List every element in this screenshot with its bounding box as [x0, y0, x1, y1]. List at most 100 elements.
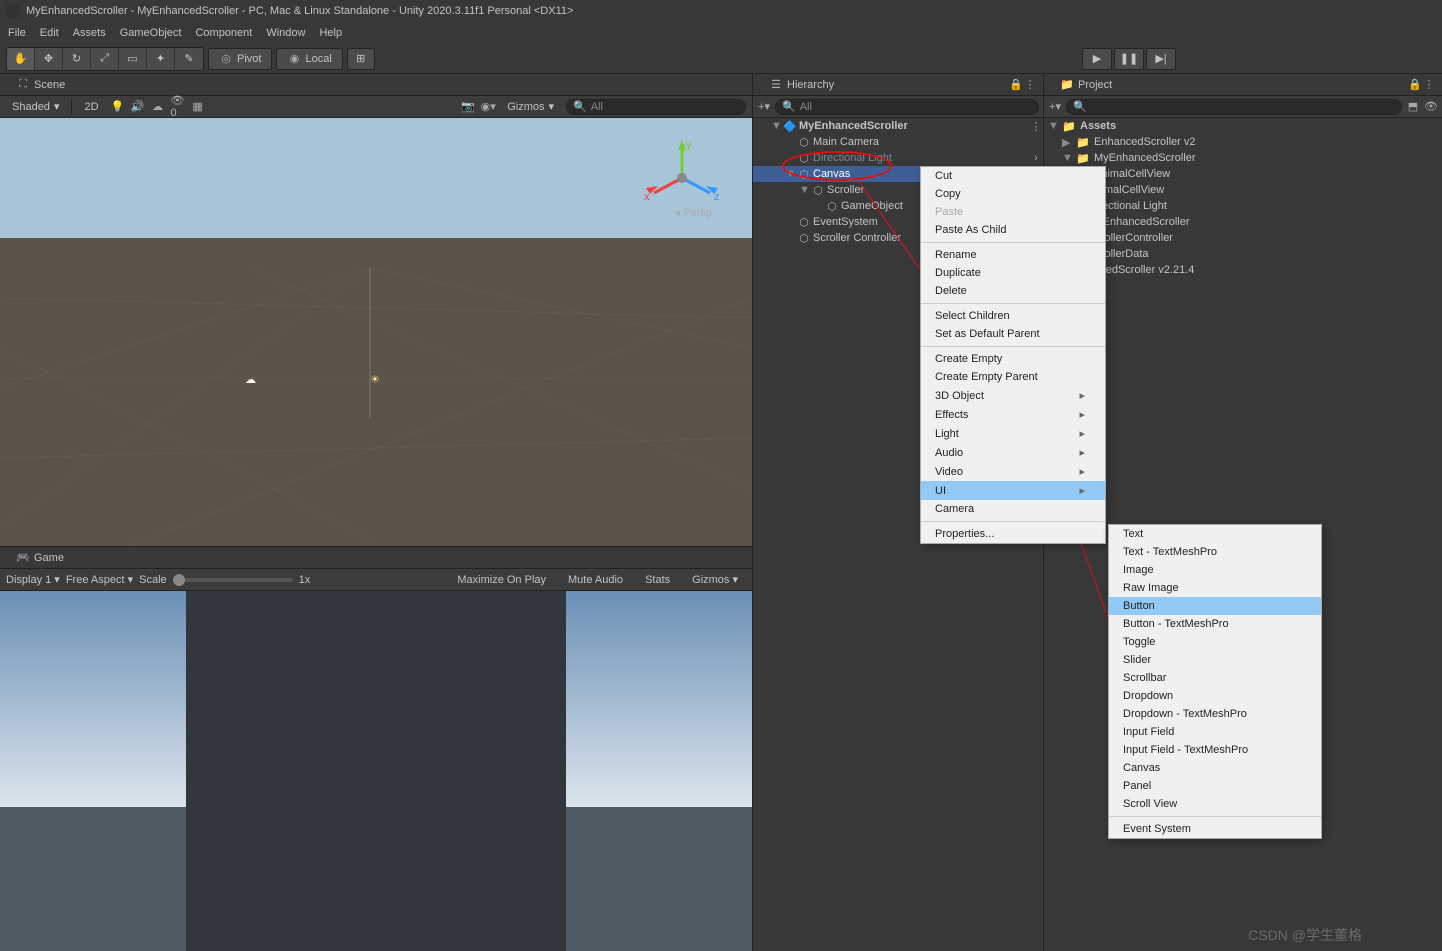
persp-label[interactable]: ◂ Persp — [675, 206, 712, 219]
lock-icon[interactable]: 🔒 — [1408, 78, 1422, 92]
project-folder[interactable]: ▼📁MyEnhancedScroller — [1044, 150, 1442, 166]
panel-menu-icon[interactable]: ⋮ — [1023, 78, 1037, 92]
ctx-create-empty[interactable]: Create Empty — [921, 350, 1105, 368]
sub-raw-image[interactable]: Raw Image — [1109, 579, 1321, 597]
gizmo-size-icon[interactable]: ◉▾ — [481, 100, 495, 114]
audio-toggle-icon[interactable]: 🔊 — [131, 100, 145, 114]
ctx-properties[interactable]: Properties... — [921, 525, 1105, 543]
sub-input-field[interactable]: Input Field — [1109, 723, 1321, 741]
menu-assets[interactable]: Assets — [73, 27, 106, 39]
scale-slider[interactable] — [173, 578, 293, 582]
lock-icon[interactable]: 🔒 — [1009, 78, 1023, 92]
aspect-dropdown[interactable]: Free Aspect ▾ — [66, 573, 133, 586]
left-column: ⛶Scene Shaded ▾ 2D 💡 🔊 ☁ 👁0 ▦ 📷 ◉▾ Gizmo… — [0, 74, 752, 951]
menu-help[interactable]: Help — [319, 27, 342, 39]
camera-icon[interactable]: 📷 — [461, 100, 475, 114]
panel-menu-icon[interactable]: ⋮ — [1422, 78, 1436, 92]
ctx-camera[interactable]: Camera — [921, 500, 1105, 518]
ctx-paste-as-child[interactable]: Paste As Child — [921, 221, 1105, 239]
ctx-copy[interactable]: Copy — [921, 185, 1105, 203]
ctx-rename[interactable]: Rename — [921, 246, 1105, 264]
maximize-toggle[interactable]: Maximize On Play — [449, 574, 554, 586]
display-dropdown[interactable]: Display 1 ▾ — [6, 573, 60, 586]
hidden-toggle-icon[interactable]: 👁0 — [171, 100, 185, 114]
hidden-packages-icon[interactable]: 👁 — [1424, 100, 1438, 114]
sub-scroll-view[interactable]: Scroll View — [1109, 795, 1321, 813]
ctx-duplicate[interactable]: Duplicate — [921, 264, 1105, 282]
project-folder[interactable]: ▶📁EnhancedScroller v2 — [1044, 134, 1442, 150]
stats-toggle[interactable]: Stats — [637, 574, 678, 586]
sub-scrollbar[interactable]: Scrollbar — [1109, 669, 1321, 687]
ctx-delete[interactable]: Delete — [921, 282, 1105, 300]
pivot-toggle[interactable]: ◎Pivot — [208, 48, 272, 70]
menu-edit[interactable]: Edit — [40, 27, 59, 39]
sub-button-tmp[interactable]: Button - TextMeshPro — [1109, 615, 1321, 633]
menu-gameobject[interactable]: GameObject — [120, 27, 182, 39]
project-assets-root[interactable]: ▼📁Assets — [1044, 118, 1442, 134]
sub-dropdown[interactable]: Dropdown — [1109, 687, 1321, 705]
sub-canvas[interactable]: Canvas — [1109, 759, 1321, 777]
ctx-select-children[interactable]: Select Children — [921, 307, 1105, 325]
game-gizmos-dropdown[interactable]: Gizmos ▾ — [684, 573, 746, 586]
ctx-paste: Paste — [921, 203, 1105, 221]
pause-button[interactable]: ❚❚ — [1114, 48, 1144, 70]
scene-view[interactable]: ☁ ☀ y z x ◂ Persp — [0, 118, 752, 547]
hierarchy-item-light[interactable]: ⬡Directional Light› — [753, 150, 1043, 166]
ctx-audio[interactable]: Audio▸ — [921, 443, 1105, 462]
grid-toggle-icon[interactable]: ▦ — [191, 100, 205, 114]
sub-text[interactable]: Text — [1109, 525, 1321, 543]
create-dropdown-icon[interactable]: +▾ — [757, 100, 771, 114]
step-button[interactable]: ▶| — [1146, 48, 1176, 70]
hand-tool-icon[interactable]: ✋ — [7, 48, 35, 70]
ctx-light[interactable]: Light▸ — [921, 424, 1105, 443]
ctx-set-default-parent[interactable]: Set as Default Parent — [921, 325, 1105, 343]
local-toggle[interactable]: ◉Local — [276, 48, 342, 70]
custom-tool-icon[interactable]: ✎ — [175, 48, 203, 70]
create-dropdown-icon[interactable]: +▾ — [1048, 100, 1062, 114]
sub-slider[interactable]: Slider — [1109, 651, 1321, 669]
ctx-video[interactable]: Video▸ — [921, 462, 1105, 481]
ctx-effects[interactable]: Effects▸ — [921, 405, 1105, 424]
fx-toggle-icon[interactable]: ☁ — [151, 100, 165, 114]
ctx-cut[interactable]: Cut — [921, 167, 1105, 185]
move-tool-icon[interactable]: ✥ — [35, 48, 63, 70]
draw-mode-dropdown[interactable]: Shaded ▾ — [6, 99, 65, 115]
sub-dropdown-tmp[interactable]: Dropdown - TextMeshPro — [1109, 705, 1321, 723]
hierarchy-item-camera[interactable]: ⬡Main Camera — [753, 134, 1043, 150]
menu-file[interactable]: File — [8, 27, 26, 39]
menu-window[interactable]: Window — [266, 27, 305, 39]
hierarchy-search[interactable]: 🔍All — [775, 99, 1039, 115]
menu-component[interactable]: Component — [195, 27, 252, 39]
scale-tool-icon[interactable]: ⤢ — [91, 48, 119, 70]
hierarchy-scene-row[interactable]: ▼🔷MyEnhancedScroller⋮ — [753, 118, 1043, 134]
rect-tool-icon[interactable]: ▭ — [119, 48, 147, 70]
transform-tool-icon[interactable]: ✦ — [147, 48, 175, 70]
sub-panel[interactable]: Panel — [1109, 777, 1321, 795]
sub-button[interactable]: Button — [1109, 597, 1321, 615]
play-button[interactable]: ▶ — [1082, 48, 1112, 70]
sub-text-tmp[interactable]: Text - TextMeshPro — [1109, 543, 1321, 561]
scene-menu-icon[interactable]: ⋮ — [1029, 119, 1043, 133]
sub-event-system[interactable]: Event System — [1109, 820, 1321, 838]
filter-icon[interactable]: ⬒ — [1406, 100, 1420, 114]
snap-toggle[interactable]: ⊞ — [347, 48, 375, 70]
light-toggle-icon[interactable]: 💡 — [111, 100, 125, 114]
scene-search[interactable]: 🔍All — [566, 99, 746, 115]
sub-input-field-tmp[interactable]: Input Field - TextMeshPro — [1109, 741, 1321, 759]
rotate-tool-icon[interactable]: ↻ — [63, 48, 91, 70]
ctx-3d-object[interactable]: 3D Object▸ — [921, 386, 1105, 405]
tab-game[interactable]: 🎮Game — [6, 549, 74, 567]
chevron-right-icon: › — [1029, 151, 1043, 165]
tab-project[interactable]: 📁Project — [1050, 76, 1122, 94]
tab-hierarchy[interactable]: ☰Hierarchy — [759, 76, 844, 94]
project-search[interactable]: 🔍 — [1066, 99, 1402, 115]
tab-scene[interactable]: ⛶Scene — [6, 76, 75, 94]
sub-toggle[interactable]: Toggle — [1109, 633, 1321, 651]
ctx-ui[interactable]: UI▸ — [921, 481, 1105, 500]
game-view[interactable] — [0, 591, 752, 951]
gizmos-dropdown[interactable]: Gizmos ▾ — [501, 99, 560, 115]
2d-toggle[interactable]: 2D — [78, 99, 104, 115]
mute-toggle[interactable]: Mute Audio — [560, 574, 631, 586]
sub-image[interactable]: Image — [1109, 561, 1321, 579]
ctx-create-empty-parent[interactable]: Create Empty Parent — [921, 368, 1105, 386]
